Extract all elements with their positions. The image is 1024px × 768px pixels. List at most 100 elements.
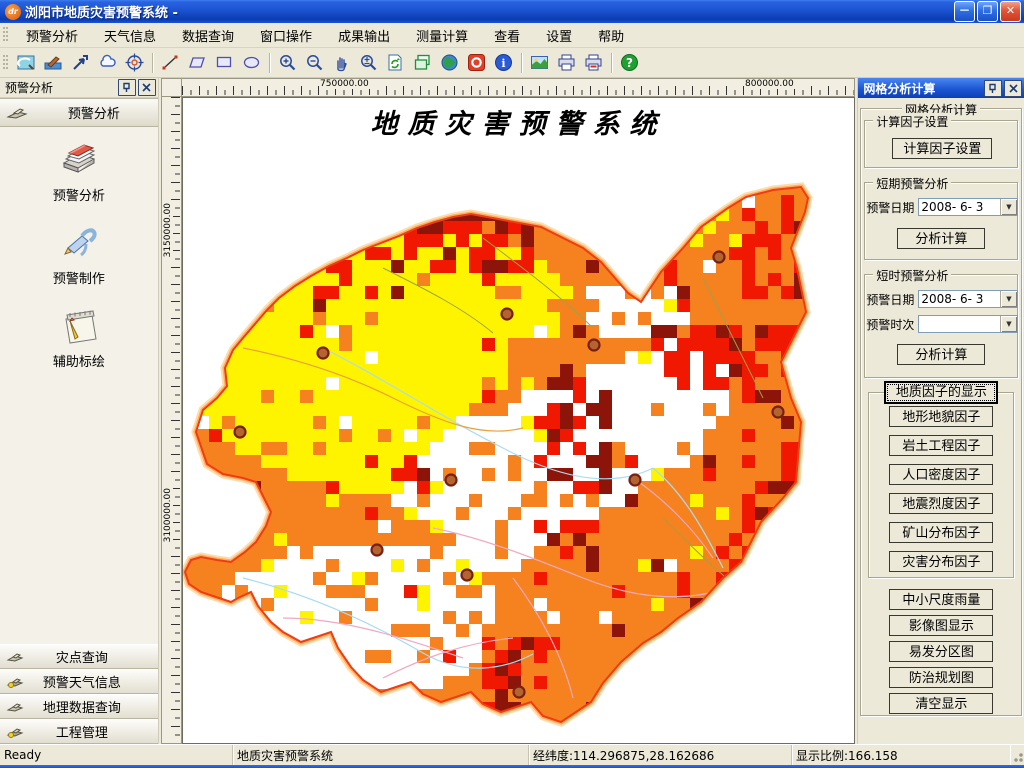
menu-view[interactable]: 查看 — [481, 23, 533, 48]
map-canvas[interactable]: 地质灾害预警系统 — [181, 97, 856, 744]
status-system-name: 地质灾害预警系统 — [233, 745, 529, 765]
main-area: 预警分析 预警分析 预警分析 预警制作 辅助标绘 灾点查询 预警天气信息 地理数… — [0, 78, 1024, 744]
prevention-plan-button[interactable]: 防治规划图 — [889, 667, 994, 688]
susceptibility-button[interactable]: 易发分区图 — [889, 641, 994, 662]
time-label: 预警时次 — [866, 317, 915, 332]
draw-ellipse-icon[interactable] — [238, 49, 265, 76]
population-factor-button[interactable]: 人口密度因子 — [889, 464, 994, 485]
stamp-yellow-icon — [6, 727, 24, 738]
survey-tool-icon[interactable] — [40, 49, 67, 76]
town-marker — [771, 405, 785, 419]
draw-polygon-icon[interactable] — [184, 49, 211, 76]
pin-icon[interactable] — [984, 79, 1002, 97]
pan-hand-icon[interactable] — [328, 49, 355, 76]
cloud-icon[interactable] — [94, 49, 121, 76]
seismic-factor-button[interactable]: 地震烈度因子 — [889, 493, 994, 514]
sketchpad-icon — [65, 310, 97, 344]
ruler-y-label: 3150000.00 — [162, 202, 173, 259]
menu-window-ops[interactable]: 窗口操作 — [247, 23, 325, 48]
item-warning-analysis[interactable]: 预警分析 — [53, 139, 105, 204]
menu-warning-analysis[interactable]: 预警分析 — [13, 23, 91, 48]
short-time-period-combo[interactable]: ▼ — [918, 315, 1018, 333]
print-icon[interactable] — [553, 49, 580, 76]
draw-rect-icon[interactable] — [211, 49, 238, 76]
window-title: 浏阳市地质灾害预警系统 - — [25, 6, 178, 21]
rainfall-button[interactable]: 中小尺度雨量 — [889, 589, 994, 610]
chevron-down-icon[interactable]: ▼ — [1000, 316, 1017, 332]
clear-display-button[interactable]: 清空显示 — [889, 693, 994, 714]
mine-factor-button[interactable]: 矿山分布因子 — [889, 522, 994, 543]
book-icon — [62, 144, 96, 173]
close-button[interactable]: ✕ — [1000, 1, 1021, 22]
short-term-calc-button[interactable]: 分析计算 — [897, 228, 986, 249]
short-time-calc-button[interactable]: 分析计算 — [897, 344, 986, 365]
short-time-date-combo[interactable]: 2008- 6- 3 ▼ — [918, 290, 1018, 308]
minimize-button[interactable]: － — [954, 1, 975, 22]
bar-project-management[interactable]: 工程管理 — [0, 719, 158, 744]
toolbar-grip[interactable] — [3, 54, 8, 71]
chevron-down-icon[interactable]: ▼ — [1000, 199, 1017, 215]
zoom-extent-icon[interactable] — [355, 49, 382, 76]
vertical-ruler: 3150000.00 3100000.00 — [160, 97, 182, 744]
ruler-x-label: 750000.00 — [319, 79, 370, 89]
image-icon[interactable] — [526, 49, 553, 76]
stamp-icon — [6, 702, 24, 712]
ruler-y-label: 3100000.00 — [162, 487, 173, 544]
print-setup-icon[interactable] — [580, 49, 607, 76]
menu-help[interactable]: 帮助 — [585, 23, 637, 48]
close-icon[interactable] — [1004, 79, 1022, 97]
left-panel-body: 预警分析 预警制作 辅助标绘 — [0, 127, 158, 644]
refresh-page-icon[interactable] — [382, 49, 409, 76]
left-panel: 预警分析 预警分析 预警分析 预警制作 辅助标绘 灾点查询 预警天气信息 地理数… — [0, 78, 159, 744]
map-select-icon[interactable] — [13, 49, 40, 76]
menu-bar: 预警分析 天气信息 数据查询 窗口操作 成果输出 测量计算 查看 设置 帮助 — [0, 23, 1024, 48]
menu-data-query[interactable]: 数据查询 — [169, 23, 247, 48]
imagery-button[interactable]: 影像图显示 — [889, 615, 994, 636]
globe-icon[interactable] — [436, 49, 463, 76]
left-header-label: 预警分析 — [67, 107, 120, 122]
target-icon[interactable] — [121, 49, 148, 76]
right-panel-titlebar: 网格分析计算 — [858, 78, 1024, 98]
resize-grip[interactable] — [1010, 745, 1024, 765]
short-term-date-combo[interactable]: 2008- 6- 3 ▼ — [918, 198, 1018, 216]
factor-setting-button[interactable]: 计算因子设置 — [892, 138, 993, 159]
help-icon[interactable]: ? — [616, 49, 643, 76]
titlebar: dr 浏阳市地质灾害预警系统 - － ❐ ✕ — [0, 0, 1024, 23]
ruler-corner — [160, 78, 182, 97]
bar-warning-weather-info[interactable]: 预警天气信息 — [0, 669, 158, 694]
chevron-down-icon[interactable]: ▼ — [1000, 291, 1017, 307]
menu-settings[interactable]: 设置 — [533, 23, 585, 48]
disaster-factor-button[interactable]: 灾害分布因子 — [889, 551, 994, 572]
item-warning-production[interactable]: 预警制作 — [53, 222, 105, 287]
zoom-in-icon[interactable] — [274, 49, 301, 76]
town-marker — [370, 543, 384, 557]
close-icon[interactable] — [137, 79, 156, 96]
status-coordinates: 经纬度:114.296875,28.162686 — [529, 745, 792, 765]
geo-factor-display-button[interactable]: 地质因子的显示 — [884, 381, 999, 404]
terrain-factor-button[interactable]: 地形地貌因子 — [889, 406, 994, 427]
pin-icon[interactable] — [117, 79, 136, 96]
menu-result-output[interactable]: 成果输出 — [325, 23, 403, 48]
right-panel: 网格分析计算 网格分析计算 计算因子设置 计算因子设置 短期预警分析 预警日期 — [857, 78, 1024, 744]
bar-disaster-point-query[interactable]: 灾点查询 — [0, 644, 158, 669]
restore-button[interactable]: ❐ — [977, 1, 998, 22]
app-window: dr 浏阳市地质灾害预警系统 - － ❐ ✕ 预警分析 天气信息 数据查询 窗口… — [0, 0, 1024, 768]
layers-icon[interactable] — [409, 49, 436, 76]
menu-measure-calc[interactable]: 测量计算 — [403, 23, 481, 48]
right-panel-title: 网格分析计算 — [863, 81, 936, 96]
bar-geo-data-query[interactable]: 地理数据查询 — [0, 694, 158, 719]
zoom-out-icon[interactable] — [301, 49, 328, 76]
menu-weather-info[interactable]: 天气信息 — [91, 23, 169, 48]
info-icon[interactable]: i — [490, 49, 517, 76]
menu-grip[interactable] — [3, 27, 8, 43]
town-marker — [512, 685, 526, 699]
draw-line-icon[interactable] — [157, 49, 184, 76]
town-marker — [316, 346, 330, 360]
svg-text:i: i — [501, 57, 505, 70]
stop-icon[interactable] — [463, 49, 490, 76]
pick-arrow-icon[interactable] — [67, 49, 94, 76]
item-auxiliary-plotting[interactable]: 辅助标绘 — [53, 305, 105, 370]
geotech-factor-button[interactable]: 岩土工程因子 — [889, 435, 994, 456]
horizontal-ruler: 750000.00 800000.00 — [181, 78, 856, 97]
hazard-map[interactable] — [183, 98, 856, 744]
